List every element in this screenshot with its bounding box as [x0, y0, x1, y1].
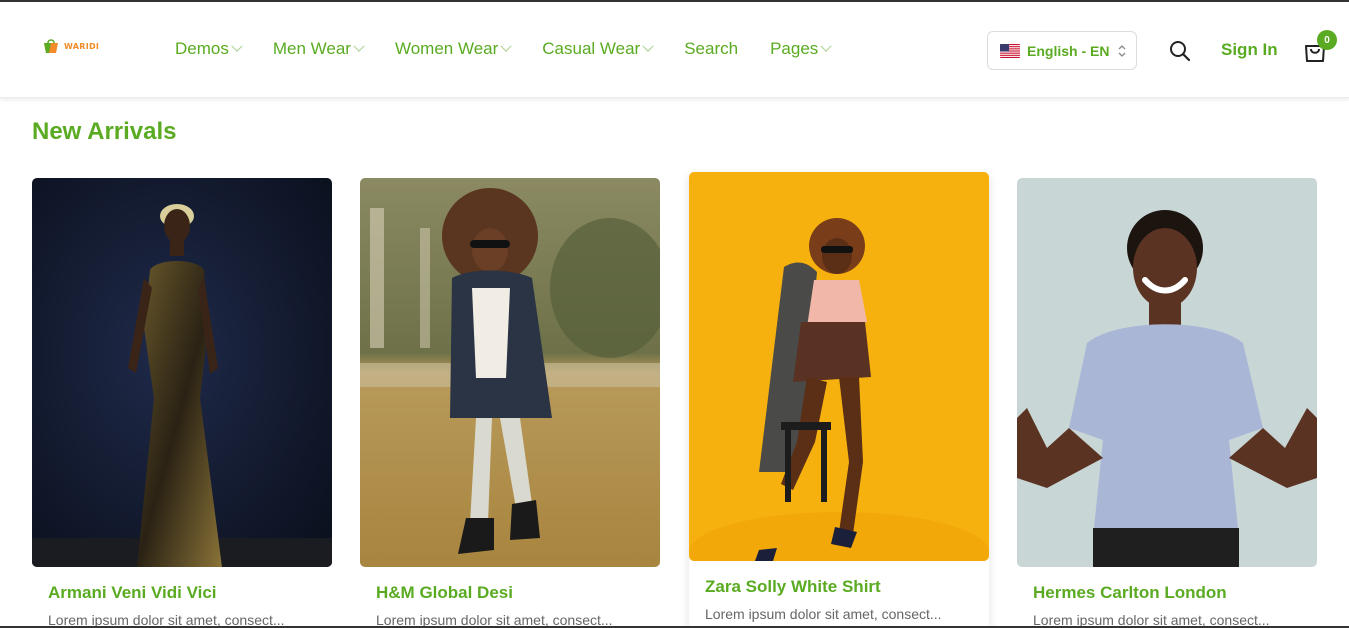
language-label: English - EN: [1027, 42, 1110, 59]
language-selector[interactable]: English - EN: [987, 31, 1137, 70]
nav-item-label: Women Wear: [394, 39, 499, 58]
product-title[interactable]: Armani Veni Vidi Vici: [48, 583, 217, 603]
chevron-down-icon: [500, 40, 512, 52]
brand-name: WARIDI: [64, 41, 100, 51]
chevron-down-icon: [231, 40, 243, 52]
sign-in-link[interactable]: Sign In: [1221, 40, 1278, 60]
product-image[interactable]: [689, 172, 989, 561]
nav-item-casual-wear[interactable]: Casual Wear: [542, 39, 654, 59]
nav-item-label: Pages: [770, 39, 819, 58]
select-arrows-icon: [1118, 44, 1126, 58]
product-title[interactable]: Hermes Carlton London: [1033, 583, 1227, 603]
us-flag-icon: [1000, 43, 1020, 58]
nav-item-label: Demos: [175, 39, 229, 58]
nav-item-label: Men Wear: [272, 39, 351, 58]
search-icon[interactable]: [1168, 39, 1192, 63]
product-card[interactable]: Armani Veni Vidi Vici Lorem ipsum dolor …: [32, 178, 332, 628]
product-card[interactable]: H&M Global Desi Lorem ipsum dolor sit am…: [360, 178, 660, 628]
chevron-down-icon: [353, 40, 365, 52]
product-image[interactable]: [360, 178, 660, 567]
product-title[interactable]: H&M Global Desi: [376, 583, 513, 603]
product-description: Lorem ipsum dolor sit amet, consect...: [705, 606, 942, 622]
section-title: New Arrivals: [32, 118, 177, 145]
nav-item-label: Casual Wear: [542, 39, 641, 58]
nav-item-men-wear[interactable]: Men Wear: [272, 39, 365, 59]
shopping-bag-logo-icon: [44, 39, 58, 53]
nav-item-search[interactable]: Search: [684, 39, 738, 59]
product-card[interactable]: Zara Solly White Shirt Lorem ipsum dolor…: [689, 172, 989, 628]
product-card[interactable]: Hermes Carlton London Lorem ipsum dolor …: [1017, 178, 1317, 628]
site-header: WARIDI Demos Men Wear Women Wear Casual …: [0, 2, 1349, 98]
nav-item-pages[interactable]: Pages: [770, 39, 832, 59]
brand-logo[interactable]: WARIDI: [42, 38, 99, 54]
chevron-down-icon: [642, 40, 654, 52]
nav-item-women-wear[interactable]: Women Wear: [394, 39, 512, 59]
product-image[interactable]: [1017, 178, 1317, 567]
main-nav: Demos Men Wear Women Wear Casual Wear Se…: [175, 39, 862, 59]
nav-item-label: Search: [684, 39, 739, 58]
cart-count-badge: 0: [1317, 30, 1337, 50]
product-image[interactable]: [32, 178, 332, 567]
chevron-down-icon: [820, 40, 832, 52]
nav-item-demos[interactable]: Demos: [175, 39, 243, 59]
product-title[interactable]: Zara Solly White Shirt: [705, 577, 881, 597]
